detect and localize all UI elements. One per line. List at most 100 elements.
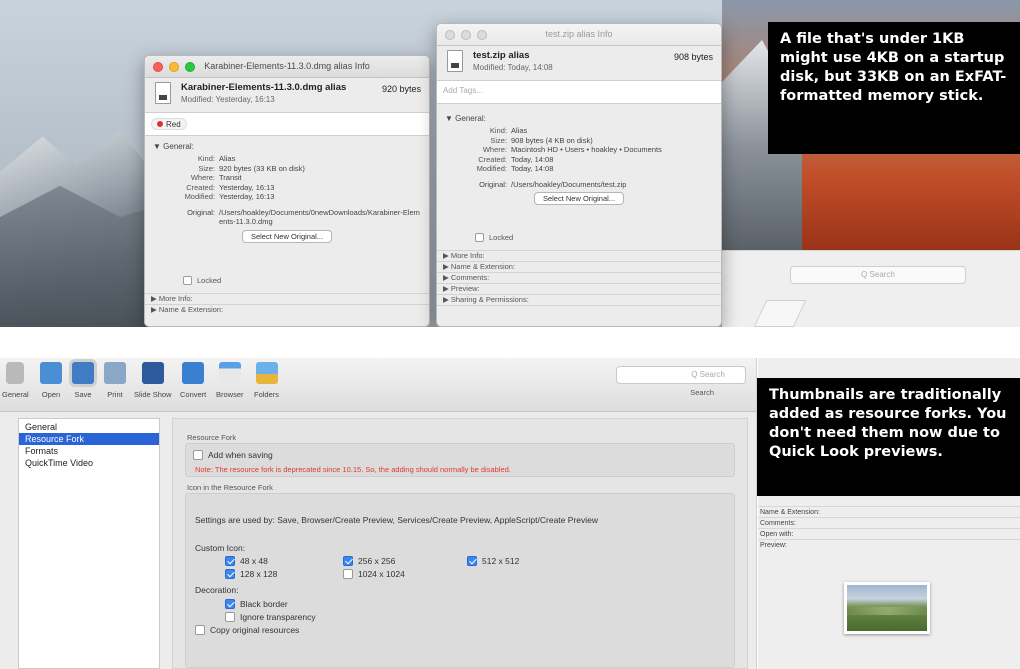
print-icon <box>104 362 126 384</box>
size-256-checkbox[interactable] <box>343 556 353 566</box>
red-tag-dot-icon <box>157 121 163 127</box>
locked-row[interactable]: Locked <box>475 233 513 242</box>
toolbar-open[interactable]: Open <box>40 362 62 399</box>
name-extension-section[interactable]: ▶ Name & Extension: <box>437 261 721 272</box>
original-row: Original: /Users/hoakley/Documents/test.… <box>437 174 721 190</box>
where-value: Macintosh HD • Users • hoakley • Documen… <box>511 145 662 154</box>
sidebar-item-quicktime-video[interactable]: QuickTime Video <box>19 457 159 469</box>
finder-search-field[interactable]: Q Search <box>790 266 966 284</box>
black-border-checkbox[interactable] <box>225 599 235 609</box>
window-titlebar[interactable]: test.zip alias Info <box>437 24 721 46</box>
caption-callout-bottom: Thumbnails are traditionally added as re… <box>757 378 1020 496</box>
toolbar-label: Browser <box>216 390 244 399</box>
name-extension-section[interactable]: Name & Extension: <box>758 506 1020 517</box>
tags-field[interactable]: Add Tags... <box>437 80 721 104</box>
resource-fork-pane: Resource Fork Add when saving Note: The … <box>172 418 748 669</box>
custom-icon-text: Custom Icon: <box>195 543 246 553</box>
copy-original-row[interactable]: Copy original resources <box>195 625 299 635</box>
general-section-header[interactable]: ▼ General: <box>145 136 429 154</box>
size-1024-label: 1024 x 1024 <box>358 569 405 579</box>
general-fields: Kind: Alias Size: 920 bytes (33 KB on disk… <box>145 154 429 202</box>
tags-field[interactable]: Red <box>145 112 429 136</box>
more-info-section[interactable]: ▶ More Info: <box>437 250 721 261</box>
convert-icon <box>182 362 205 384</box>
ignore-transparency-checkbox[interactable] <box>225 612 235 622</box>
modified-value: Today, 14:08 <box>511 164 554 173</box>
toolbar-folders[interactable]: Folders <box>254 362 279 399</box>
file-size: 908 bytes <box>673 52 713 62</box>
comments-section[interactable]: Comments: <box>758 517 1020 528</box>
kind-value: Alias <box>219 154 236 163</box>
size-256-label: 256 x 256 <box>358 556 396 566</box>
size-256-row[interactable]: 256 x 256 <box>343 556 395 566</box>
toolbar-general[interactable]: General <box>2 362 29 399</box>
size-128-checkbox[interactable] <box>225 569 235 579</box>
select-new-original-button[interactable]: Select New Original... <box>533 192 625 205</box>
preview-section[interactable]: Preview: <box>758 539 1020 550</box>
copy-original-checkbox[interactable] <box>195 625 205 635</box>
toolbar-convert[interactable]: Convert <box>180 362 206 399</box>
select-new-original-button[interactable]: Select New Original... <box>241 229 333 243</box>
icon-group-label: Icon in the Resource Fork <box>187 483 273 492</box>
ignore-transparency-row[interactable]: Ignore transparency <box>225 612 316 622</box>
copy-original-label: Copy original resources <box>210 625 300 635</box>
created-value: Today, 14:08 <box>511 154 554 164</box>
size-1024-checkbox[interactable] <box>343 569 353 579</box>
size-512-label: 512 x 512 <box>482 556 520 566</box>
window-title: Karabiner-Elements-11.3.0.dmg alias Info <box>204 61 370 71</box>
toolbar-slide-show[interactable]: Slide Show <box>134 362 172 399</box>
zip-file-icon <box>447 50 463 72</box>
size-128-row[interactable]: 128 x 128 <box>225 569 277 579</box>
locked-checkbox[interactable] <box>475 233 484 242</box>
file-modified: Modified: Today, 14:08 <box>473 63 553 72</box>
preview-section[interactable]: ▶ Preview: <box>437 283 721 294</box>
open-with-section[interactable]: Open with: <box>758 528 1020 539</box>
comments-section[interactable]: ▶ Comments: <box>437 272 721 283</box>
size-48-row[interactable]: 48 x 48 <box>225 556 268 566</box>
where-label: Where: <box>482 145 507 154</box>
general-fields: Kind: Alias Size: 908 bytes (4 KB on disk)… <box>437 126 721 174</box>
original-label: Original: <box>479 179 507 189</box>
settings-used-by-text: Settings are used by: Save, Browser/Crea… <box>195 515 598 525</box>
sidebar-item-resource-fork[interactable]: Resource Fork <box>19 433 159 445</box>
locked-checkbox[interactable] <box>183 276 192 285</box>
more-info-section[interactable]: ▶ More Info: <box>145 293 429 304</box>
sharing-permissions-section[interactable]: ▶ Sharing & Permissions: <box>437 294 721 305</box>
toolbar-label: Open <box>41 390 61 399</box>
created-value: Yesterday, 16:13 <box>219 182 275 192</box>
modified-label: Modified: <box>184 192 215 201</box>
add-when-saving-checkbox[interactable] <box>193 450 203 460</box>
sidebar-item-general[interactable]: General <box>19 421 159 433</box>
size-48-checkbox[interactable] <box>225 556 235 566</box>
locked-label: Locked <box>197 276 222 285</box>
add-when-saving-row[interactable]: Add when saving <box>193 450 273 460</box>
modified-value: Yesterday, 16:13 <box>219 192 275 201</box>
sidebar-item-formats[interactable]: Formats <box>19 445 159 457</box>
original-label: Original: <box>187 207 215 217</box>
info-window-testzip: test.zip alias Info test.zip alias Modif… <box>436 23 722 327</box>
tag-red[interactable]: Red <box>151 118 187 130</box>
toolbar-label: Folders <box>254 390 280 399</box>
save-icon <box>72 362 94 384</box>
original-row: Original: /Users/hoakley/Documents/0newD… <box>145 202 429 227</box>
tag-label: Red <box>166 119 181 129</box>
toolbar-search-input[interactable]: Q Search <box>616 366 746 384</box>
toolbar-search-label: Search <box>690 388 714 397</box>
locked-row[interactable]: Locked <box>183 276 221 285</box>
size-512-checkbox[interactable] <box>467 556 477 566</box>
toolbar-save[interactable]: Save <box>72 362 94 399</box>
where-label: Where: <box>190 173 215 182</box>
name-extension-section[interactable]: ▶ Name & Extension: <box>145 304 429 315</box>
size-1024-row[interactable]: 1024 x 1024 <box>343 569 405 579</box>
toolbar-browser[interactable]: Browser <box>216 362 244 399</box>
black-border-row[interactable]: Black border <box>225 599 288 609</box>
size-512-row[interactable]: 512 x 512 <box>467 556 519 566</box>
general-section-header[interactable]: ▼ General: <box>437 104 721 126</box>
toolbar-print[interactable]: Print <box>104 362 126 399</box>
dmg-file-icon <box>155 82 171 104</box>
size-value: 920 bytes (33 KB on disk) <box>219 163 305 173</box>
decoration-text: Decoration: <box>195 585 239 595</box>
window-titlebar[interactable]: Karabiner-Elements-11.3.0.dmg alias Info <box>145 56 429 78</box>
preferences-sidebar: General Resource Fork Formats QuickTime … <box>18 418 160 669</box>
info-window-karabiner: Karabiner-Elements-11.3.0.dmg alias Info… <box>144 55 430 327</box>
